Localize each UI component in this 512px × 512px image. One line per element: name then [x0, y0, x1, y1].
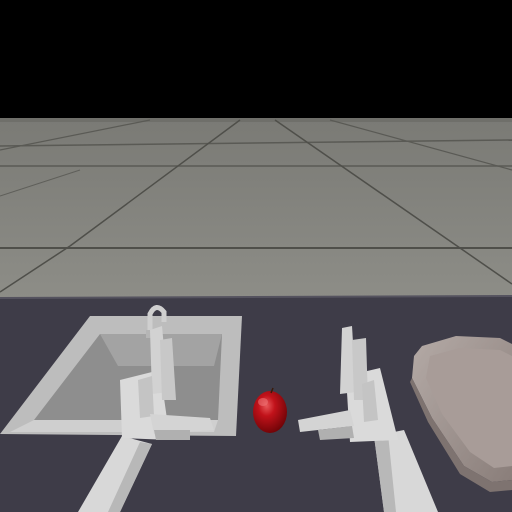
- sky-background: [0, 0, 512, 118]
- simulation-viewport: [0, 0, 512, 512]
- concrete-floor: [0, 118, 512, 298]
